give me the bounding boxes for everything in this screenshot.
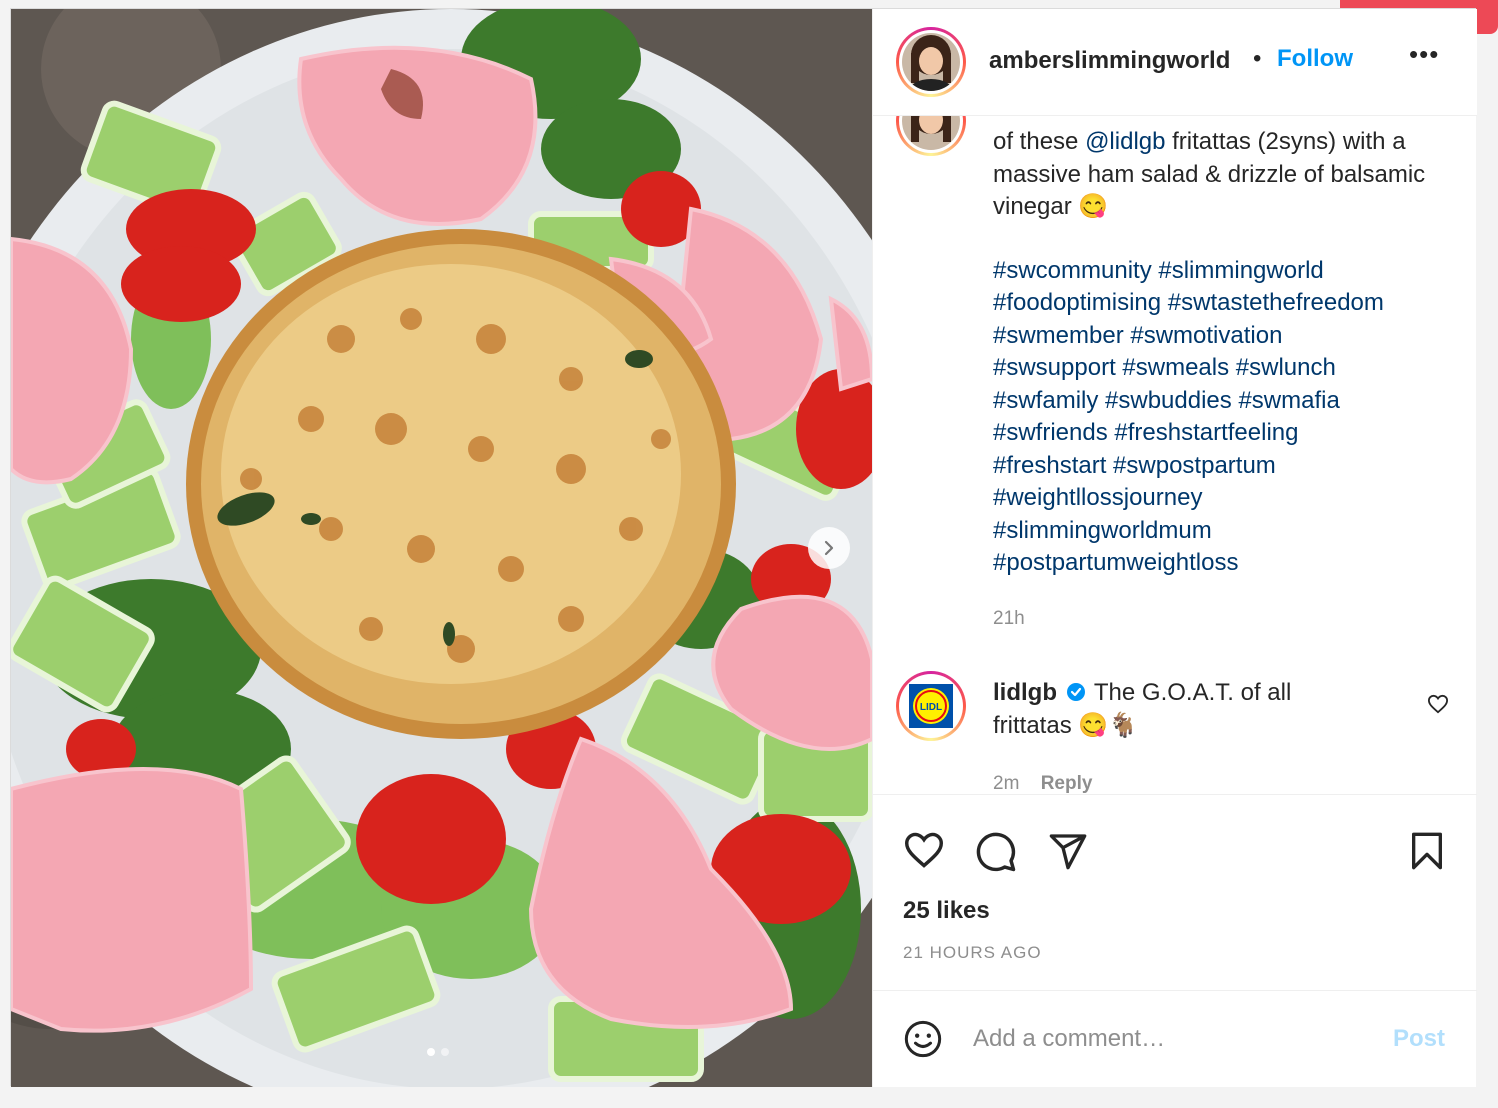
hashtag-line[interactable]: #freshstart #swpostpartum [993, 450, 1463, 483]
like-button[interactable] [903, 831, 945, 874]
carousel-dot-active [427, 1048, 435, 1056]
comments-scroll-area[interactable]: of these @lidlgb fritattas (2syns) with … [873, 116, 1477, 796]
post-side-panel: amberslimmingworld • Follow ••• of these… [872, 9, 1477, 1087]
lidl-logo: LIDL [909, 684, 953, 728]
hashtag-line[interactable]: #swsupport #swmeals #swlunch [993, 352, 1463, 385]
hashtag-line[interactable]: #swfriends #freshstartfeeling [993, 417, 1463, 450]
post-photo[interactable] [11, 9, 872, 1087]
heart-icon [904, 832, 944, 868]
header-separator: • [1253, 45, 1262, 72]
author-avatar[interactable] [896, 27, 966, 97]
comment-meta: 2m Reply [993, 773, 1092, 795]
hashtag-line[interactable]: #foodoptimising #swtastethefreedom [993, 287, 1463, 320]
verified-icon [1066, 683, 1085, 701]
comment-like-button[interactable] [1427, 694, 1449, 719]
post-header: amberslimmingworld • Follow ••• [873, 9, 1477, 116]
add-comment-input[interactable] [973, 1021, 1363, 1057]
comment-timestamp[interactable]: 2m [993, 773, 1019, 794]
hashtag-line[interactable]: #swfamily #swbuddies #swmafia [993, 385, 1463, 418]
hashtag-list: #swcommunity #slimmingworld #foodoptimis… [993, 255, 1463, 580]
caption-author-avatar[interactable] [896, 116, 966, 156]
salad-photo-illustration [11, 9, 872, 1087]
post-timestamp[interactable]: 21 HOURS AGO [903, 943, 1042, 963]
carousel-next-button[interactable] [808, 527, 850, 569]
more-icon[interactable]: ••• [1409, 39, 1439, 70]
hashtag-line[interactable]: #swcommunity #slimmingworld [993, 255, 1463, 288]
hashtag-line[interactable]: #weightllossjourney [993, 482, 1463, 515]
author-photo [902, 116, 960, 150]
follow-button[interactable]: Follow [1277, 45, 1353, 73]
comment-icon [976, 832, 1016, 872]
comment: lidlgb The G.O.A.T. of all frittatas 😋🐐 [993, 677, 1323, 742]
emoji-icon [904, 1020, 942, 1058]
author-photo [902, 33, 960, 91]
reply-button[interactable]: Reply [1041, 773, 1093, 794]
add-comment-bar: Post [873, 990, 1477, 1087]
save-button[interactable] [1409, 831, 1445, 876]
likes-count[interactable]: 25 likes [903, 897, 990, 925]
share-button[interactable] [1047, 831, 1089, 876]
lidl-logo-text: LIDL [920, 702, 942, 713]
caption-lead: of these [993, 128, 1086, 155]
post-actions: 25 likes 21 HOURS AGO [873, 794, 1477, 990]
commenter-avatar[interactable]: LIDL [896, 671, 966, 741]
author-username[interactable]: amberslimmingworld [989, 47, 1230, 75]
hashtag-line[interactable]: #swmember #swmotivation [993, 320, 1463, 353]
comment-button[interactable] [975, 831, 1017, 878]
chevron-right-icon [824, 540, 834, 556]
comment-username[interactable]: lidlgb [993, 679, 1057, 706]
caption-timestamp[interactable]: 21h [993, 608, 1025, 630]
bookmark-icon [1411, 832, 1442, 870]
hashtag-line[interactable]: #postpartumweightloss [993, 547, 1463, 580]
post-comment-button[interactable]: Post [1393, 1025, 1445, 1053]
share-icon [1049, 834, 1087, 870]
post-modal: amberslimmingworld • Follow ••• of these… [10, 8, 1477, 1087]
heart-icon [1427, 694, 1449, 714]
mention-link[interactable]: @lidlgb [1085, 128, 1165, 155]
carousel-indicator [427, 1048, 449, 1056]
emoji-button[interactable] [903, 1019, 943, 1064]
carousel-dot [441, 1048, 449, 1056]
hashtag-line[interactable]: #slimmingworldmum [993, 515, 1463, 548]
post-caption: of these @lidlgb fritattas (2syns) with … [993, 126, 1463, 580]
